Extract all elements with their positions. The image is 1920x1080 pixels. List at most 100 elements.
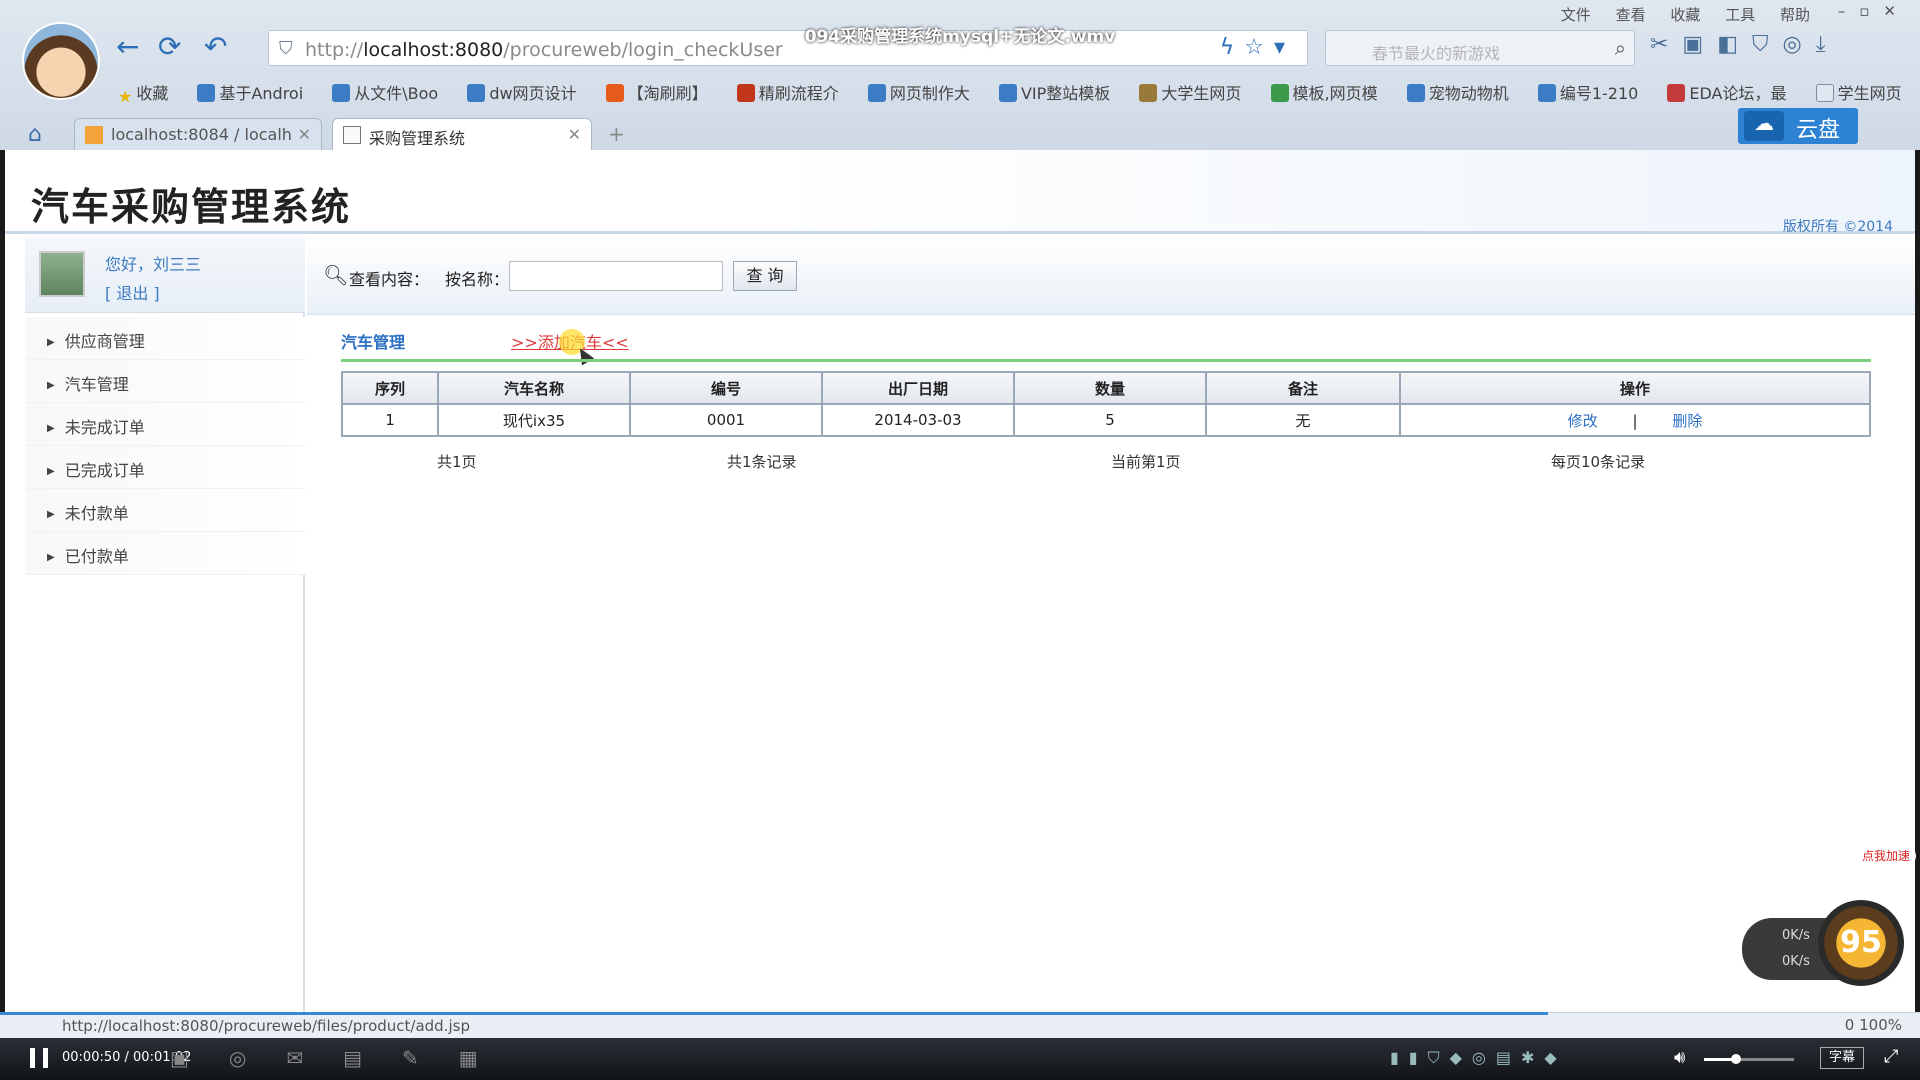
op-separator: | [1632, 411, 1638, 430]
bookmark-item[interactable]: 基于Androi [197, 80, 303, 104]
bookmark-item[interactable]: VIP整站模板 [998, 80, 1110, 104]
bookmark-item[interactable]: 模板,网页模 [1270, 80, 1378, 104]
cell-name: 现代ix35 [437, 403, 631, 437]
bookmark-item[interactable]: dw网页设计 [467, 80, 577, 104]
section-title: 汽车管理 [341, 333, 406, 352]
copyright: 版权所有 ©2014 [1782, 219, 1893, 235]
caret-right-icon: ▶ [47, 466, 55, 477]
status-url: http://localhost:8080/procureweb/files/p… [62, 1017, 470, 1035]
caret-right-icon: ▶ [47, 509, 55, 520]
cell-code: 0001 [629, 403, 823, 437]
volume-icon[interactable]: 🔊︎ [1674, 1047, 1685, 1068]
bookmark-icon [197, 84, 216, 102]
user-box: 您好，刘三三 [ 退出 ] [25, 237, 305, 313]
bookmark-icon [467, 84, 486, 102]
close-icon[interactable]: ✕ [298, 125, 311, 144]
cloud-icon: ☁ [1744, 111, 1784, 141]
status-bar: http://localhost:8080/procureweb/files/p… [0, 1012, 1920, 1038]
speed-boost-tag[interactable]: 点我加速 [1856, 846, 1916, 866]
folder-icon [332, 84, 351, 102]
tab-label: 采购管理系统 [369, 129, 466, 148]
search-strip: 🔍︎ 查看内容： 按名称： 查 询 [307, 237, 1915, 315]
video-progress-bar[interactable] [0, 1012, 1548, 1015]
bookmark-icon [605, 84, 624, 102]
cell-note: 无 [1205, 403, 1401, 437]
site-title: 汽车采购管理系统 [31, 184, 352, 229]
cloud-button[interactable]: ☁ 云盘 [1738, 108, 1858, 144]
bookmark-icon [1406, 84, 1425, 102]
new-tab-button[interactable]: + [608, 122, 625, 146]
status-zoom[interactable]: 0 100% [1845, 1016, 1902, 1034]
pause-icon[interactable] [30, 1048, 48, 1068]
query-button[interactable]: 查 询 [733, 261, 797, 291]
bookmark-icon [867, 84, 886, 102]
main-content: 🔍︎ 查看内容： 按名称： 查 询 汽车管理 >>添加汽车<< 序列 汽车名称 … [307, 237, 1915, 1012]
divider [341, 359, 1871, 362]
close-icon[interactable]: ✕ [568, 125, 581, 144]
pager: 共1页 共1条记录 当前第1页 每页10条记录 [341, 451, 1871, 475]
bookmark-item[interactable]: 编号1-210 [1537, 80, 1638, 104]
pager-total-records: 共1条记录 [727, 453, 797, 471]
view-label: 查看内容： [349, 270, 430, 289]
pager-per-page: 每页10条记录 [1551, 453, 1646, 471]
video-player-bar: 00:00:50 / 00:01:02 ▣◎✉▤✎▦ ▮▮⛉◆◎▤✱◆ 🔊︎ 字… [0, 1038, 1920, 1080]
col-date: 出厂日期 [821, 371, 1015, 405]
delete-link[interactable]: 删除 [1672, 412, 1702, 430]
bookmark-item[interactable]: 【淘刷刷】 [605, 80, 708, 104]
taskbar-icons[interactable]: ▣◎✉▤✎▦ [170, 1046, 518, 1070]
bookmark-item[interactable]: 大学生网页 [1139, 80, 1241, 104]
system-tray[interactable]: ▮▮⛉◆◎▤✱◆ [1390, 1048, 1567, 1068]
sidebar-item-unpaid[interactable]: ▶ 未付款单 [25, 489, 305, 532]
bookmark-icon [1537, 84, 1556, 102]
bookmark-item[interactable]: ★ 收藏 [118, 80, 168, 106]
bookmark-item[interactable]: 从文件\Boo [332, 80, 438, 104]
col-note: 备注 [1205, 371, 1401, 405]
cell-seq: 1 [341, 403, 439, 437]
sidebar-item-pending-orders[interactable]: ▶ 未完成订单 [25, 403, 305, 446]
subtitle-button[interactable]: 字幕 [1820, 1047, 1864, 1069]
table-header-row: 序列 汽车名称 编号 出厂日期 数量 备注 操作 [341, 371, 1871, 405]
speed-score-ball[interactable]: 95 [1818, 900, 1904, 986]
volume-fill [1704, 1058, 1735, 1061]
sidebar-item-completed-orders[interactable]: ▶ 已完成订单 [25, 446, 305, 489]
edit-link[interactable]: 修改 [1568, 412, 1598, 430]
logout-link[interactable]: [ 退出 ] [105, 280, 160, 304]
bookmark-item[interactable]: 宠物动物机 [1406, 80, 1509, 104]
magnifier-icon: 🔍︎ [323, 263, 349, 287]
col-code: 编号 [629, 371, 823, 405]
bookmark-icon [1139, 84, 1158, 102]
bookmark-item[interactable]: EDA论坛，最 [1667, 80, 1787, 104]
caret-right-icon: ▶ [47, 423, 55, 434]
bookmark-icon [736, 84, 755, 102]
volume-knob[interactable] [1731, 1054, 1741, 1064]
caret-right-icon: ▶ [47, 552, 55, 563]
web-page: 汽车采购管理系统 版权所有 ©2014 您好，刘三三 [ 退出 ] ▶ 供应商管理… [5, 150, 1915, 1012]
fullscreen-icon[interactable]: ⤢ [1884, 1046, 1898, 1067]
bookmark-icon [1667, 84, 1686, 102]
sidebar-item-suppliers[interactable]: ▶ 供应商管理 [25, 317, 305, 360]
name-search-input[interactable] [509, 261, 723, 291]
window-controls[interactable]: –▫✕ [1838, 2, 1910, 20]
favicon-icon [343, 126, 361, 144]
col-ops: 操作 [1399, 371, 1871, 405]
volume-slider[interactable] [1704, 1054, 1794, 1064]
tab-bar: ⌂ localhost:8084 / localh ✕ 采购管理系统 ✕ + [0, 116, 1920, 150]
bookmark-icon [1270, 84, 1289, 102]
browser-chrome: 094采购管理系统mysql+无论文.wmv 文件 查看 收藏 工具 帮助 –▫… [0, 0, 1920, 150]
bookmark-item[interactable]: 学生网页 [1815, 80, 1902, 104]
site-header: 汽车采购管理系统 版权所有 ©2014 [5, 150, 1915, 235]
cell-date: 2014-03-03 [821, 403, 1015, 437]
sidebar-item-cars[interactable]: ▶ 汽车管理 [25, 360, 305, 403]
sidebar: 您好，刘三三 [ 退出 ] ▶ 供应商管理 ▶ 汽车管理 ▶ 未完成订单 ▶ 已完成订单… [25, 237, 305, 1012]
tab-procurement[interactable]: 采购管理系统 ✕ [332, 118, 592, 150]
cars-table: 序列 汽车名称 编号 出厂日期 数量 备注 操作 1 现代ix35 0001 2… [341, 371, 1871, 437]
caret-right-icon: ▶ [47, 337, 55, 348]
home-icon[interactable]: ⌂ [28, 122, 42, 147]
name-label: 按名称： [445, 270, 510, 289]
sidebar-item-paid[interactable]: ▶ 已付款单 [25, 532, 305, 575]
bookmark-item[interactable]: 网页制作大 [867, 80, 970, 104]
bookmark-item[interactable]: 精刷流程介 [736, 80, 839, 104]
favicon-icon [85, 126, 103, 144]
video-title: 094采购管理系统mysql+无论文.wmv [804, 27, 1116, 47]
tab-localhost[interactable]: localhost:8084 / localh ✕ [74, 118, 322, 150]
